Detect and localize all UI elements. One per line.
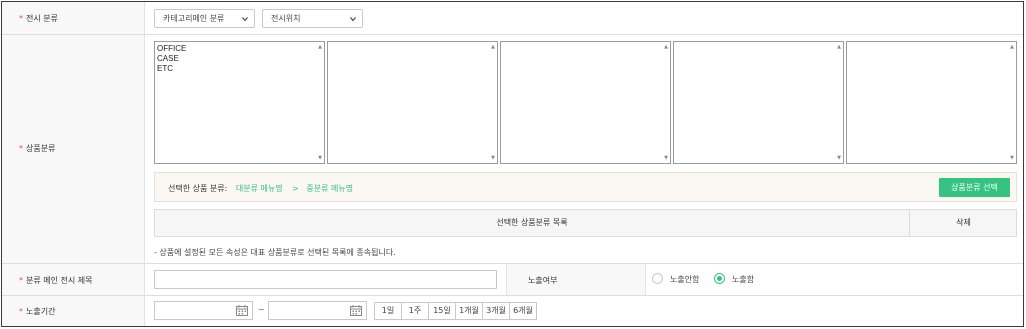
scroll-down-icon[interactable]: ▼	[837, 155, 841, 161]
exposure-label: 노출여부	[528, 276, 558, 285]
required-mark: *	[19, 144, 23, 153]
row-divider	[2, 295, 1023, 296]
exposure-off-label[interactable]: 노출안함	[670, 274, 699, 285]
radio-selected-dot	[717, 276, 722, 281]
category-listbox-2[interactable]: ▲ ▼	[327, 41, 498, 164]
period-tilde: ~	[258, 305, 265, 314]
end-date-input[interactable]	[268, 301, 367, 320]
row-divider	[2, 34, 1023, 35]
period-6months-button[interactable]: 6개월	[509, 302, 537, 320]
category-listbox-1[interactable]: OFFICE CASE ETC ▲ ▼	[154, 41, 325, 164]
exposure-off-radio[interactable]	[652, 273, 663, 284]
exposure-on-radio[interactable]	[714, 273, 725, 284]
display-position-select[interactable]: 전시위치	[262, 9, 363, 28]
display-category-label: * 전시 분류	[19, 14, 58, 23]
category-listbox-5[interactable]: ▲ ▼	[846, 41, 1017, 164]
scrollbar[interactable]: ▲ ▼	[487, 42, 497, 163]
middle-category-name: 중분류 메뉴명	[306, 184, 354, 193]
scrollbar[interactable]: ▲ ▼	[314, 42, 324, 163]
exposure-on-label[interactable]: 노출함	[732, 274, 754, 285]
selected-category-text: 선택한 상품 분류: 대분류 메뉴명 > 중분류 메뉴명	[168, 183, 353, 194]
major-category-name: 대분류 메뉴명	[235, 184, 283, 193]
form-frame: * 전시 분류 카테고리메인 분류 전시위치 * 상품분류 OFFICE CASE …	[1, 1, 1024, 327]
required-mark: *	[19, 14, 23, 23]
column-header-list: 선택한 상품분류 목록	[155, 210, 910, 236]
display-category-select[interactable]: 카테고리메인 분류	[154, 9, 255, 28]
period-1month-button[interactable]: 1개월	[455, 302, 483, 320]
period-15days-button[interactable]: 15일	[428, 302, 456, 320]
start-date-input[interactable]	[154, 301, 253, 320]
category-listbox-3[interactable]: ▲ ▼	[500, 41, 671, 164]
scroll-up-icon[interactable]: ▲	[1010, 44, 1014, 50]
scroll-up-icon[interactable]: ▲	[664, 44, 668, 50]
main-title-label-cell: * 분류 메인 전시 제목	[2, 264, 145, 295]
exposure-label-cell: 노출여부	[506, 264, 646, 295]
chevron-down-icon	[242, 17, 248, 22]
calendar-icon[interactable]	[350, 305, 362, 316]
main-title-label: * 분류 메인 전시 제목	[19, 276, 93, 285]
list-item[interactable]: ETC	[157, 64, 186, 74]
main-title-input[interactable]	[154, 270, 497, 289]
display-category-label-cell: * 전시 분류	[2, 2, 145, 34]
scroll-up-icon[interactable]: ▲	[837, 44, 841, 50]
listbox-items: OFFICE CASE ETC	[157, 44, 186, 74]
period-1week-button[interactable]: 1주	[401, 302, 429, 320]
column-header-delete: 삭제	[956, 218, 971, 227]
scroll-down-icon[interactable]: ▼	[491, 155, 495, 161]
product-category-label: * 상품분류	[19, 144, 56, 153]
scrollbar[interactable]: ▲ ▼	[833, 42, 843, 163]
selected-category-table-header: 선택한 상품분류 목록 삭제	[154, 209, 1017, 237]
scroll-down-icon[interactable]: ▼	[1010, 155, 1014, 161]
period-3months-button[interactable]: 3개월	[482, 302, 510, 320]
scrollbar[interactable]: ▲ ▼	[1006, 42, 1016, 163]
category-note: - 상품에 설정된 모든 속성은 대표 상품분류로 선택된 목록에 종속됩니다.	[154, 248, 396, 257]
scroll-up-icon[interactable]: ▲	[318, 44, 322, 50]
period-label: * 노출기간	[19, 307, 56, 316]
scroll-down-icon[interactable]: ▼	[318, 155, 322, 161]
required-mark: *	[19, 307, 23, 316]
chevron-down-icon	[350, 17, 356, 22]
product-category-label-cell: * 상품분류	[2, 35, 145, 263]
selected-category-label: 선택한 상품 분류:	[168, 184, 228, 193]
period-1day-button[interactable]: 1일	[374, 302, 402, 320]
category-listbox-4[interactable]: ▲ ▼	[673, 41, 844, 164]
scrollbar[interactable]: ▲ ▼	[660, 42, 670, 163]
selected-category-bar: 선택한 상품 분류: 대분류 메뉴명 > 중분류 메뉴명 상품분류 선택	[154, 172, 1017, 202]
scroll-down-icon[interactable]: ▼	[664, 155, 668, 161]
select-category-button[interactable]: 상품분류 선택	[939, 178, 1010, 197]
calendar-icon[interactable]	[236, 305, 248, 316]
list-item[interactable]: CASE	[157, 54, 186, 64]
required-mark: *	[19, 276, 23, 285]
category-separator: >	[292, 184, 299, 193]
list-item[interactable]: OFFICE	[157, 44, 186, 54]
period-label-cell: * 노출기간	[2, 296, 145, 326]
scroll-up-icon[interactable]: ▲	[491, 44, 495, 50]
